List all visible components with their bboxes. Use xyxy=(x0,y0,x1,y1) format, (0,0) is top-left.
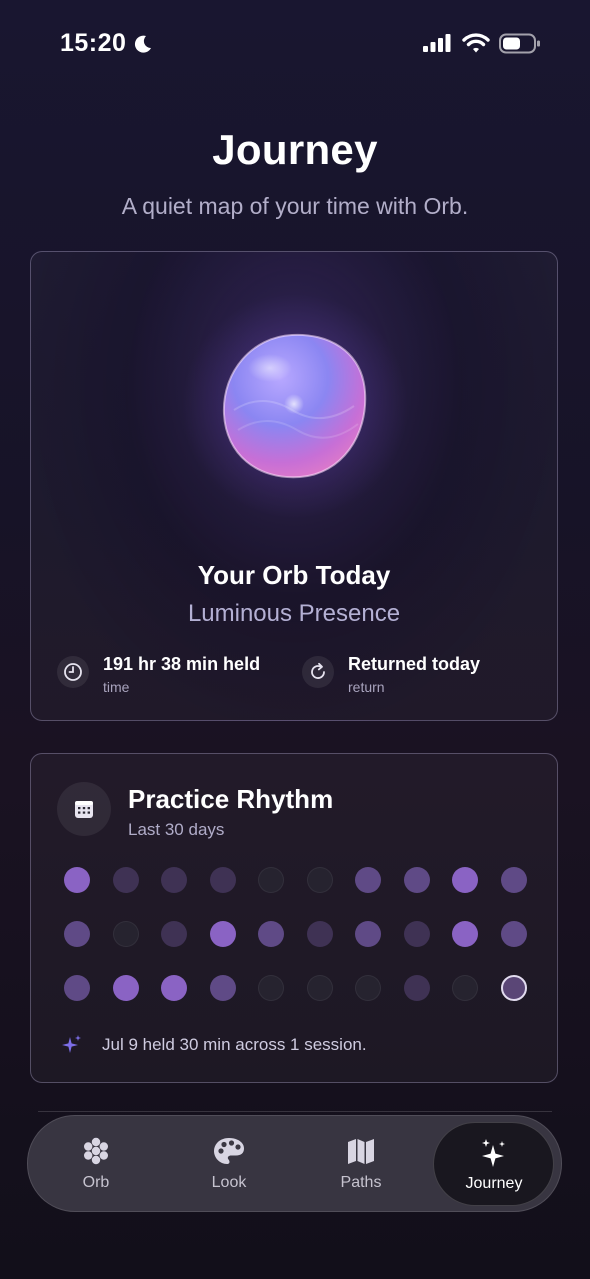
activity-dot[interactable] xyxy=(209,921,236,947)
activity-dot[interactable] xyxy=(306,921,333,947)
activity-dot[interactable] xyxy=(112,921,139,947)
calendar-icon xyxy=(57,782,111,836)
activity-dot[interactable] xyxy=(403,975,430,1001)
activity-dot[interactable] xyxy=(209,867,236,893)
activity-dot[interactable] xyxy=(64,921,90,947)
tab-orb[interactable]: Orb xyxy=(36,1116,156,1210)
tab-bar: Orb Look Paths Journey xyxy=(27,1115,562,1212)
activity-dot-grid xyxy=(64,867,534,1001)
orb-visual xyxy=(222,333,367,479)
activity-dot-today[interactable] xyxy=(500,975,527,1001)
tab-label: Paths xyxy=(340,1174,382,1191)
activity-dot[interactable] xyxy=(112,975,139,1001)
activity-dot[interactable] xyxy=(355,975,381,1001)
activity-dot[interactable] xyxy=(112,867,139,893)
status-time: 15:20 xyxy=(60,29,127,57)
activity-dot[interactable] xyxy=(258,921,284,947)
clock-icon xyxy=(57,656,89,688)
activity-dot[interactable] xyxy=(209,975,236,1001)
tab-paths[interactable]: Paths xyxy=(301,1116,421,1210)
map-icon xyxy=(301,1136,421,1168)
orb-mood: Luminous Presence xyxy=(187,600,401,627)
wifi-icon xyxy=(462,33,490,53)
tab-look[interactable]: Look xyxy=(169,1116,289,1210)
activity-dot[interactable] xyxy=(403,867,430,893)
signal-icon xyxy=(423,34,451,52)
activity-dot[interactable] xyxy=(64,867,90,893)
rhythm-title: Practice Rhythm xyxy=(128,784,334,814)
battery-icon xyxy=(499,33,540,54)
activity-dot[interactable] xyxy=(452,975,478,1001)
activity-dot[interactable] xyxy=(306,867,333,893)
sparkle-icon xyxy=(62,1035,81,1053)
tab-label: Look xyxy=(211,1174,247,1191)
tab-bar-divider xyxy=(38,1111,552,1112)
stat-label: return xyxy=(348,679,385,695)
activity-dot[interactable] xyxy=(355,867,381,893)
activity-dot[interactable] xyxy=(500,867,527,893)
tab-label: Orb xyxy=(82,1174,110,1191)
sparkles-icon xyxy=(434,1137,554,1169)
activity-dot[interactable] xyxy=(452,867,478,893)
activity-dot[interactable] xyxy=(161,867,187,893)
activity-dot[interactable] xyxy=(258,867,284,893)
activity-dot[interactable] xyxy=(452,921,478,947)
stat-value: 191 hr 38 min held xyxy=(103,654,261,674)
tab-journey[interactable]: Journey xyxy=(433,1122,554,1206)
orb-dots-icon xyxy=(36,1136,156,1168)
moon-icon xyxy=(134,35,151,53)
status-bar: 15:20 xyxy=(0,0,590,88)
tab-label: Journey xyxy=(465,1175,523,1192)
rhythm-subtitle: Last 30 days xyxy=(128,820,225,839)
stat-label: time xyxy=(103,679,130,695)
palette-icon xyxy=(169,1136,289,1168)
page-subtitle: A quiet map of your time with Orb. xyxy=(121,193,469,219)
activity-dot[interactable] xyxy=(403,921,430,947)
practice-rhythm-card: Practice Rhythm Last 30 days Jul 9 held … xyxy=(30,753,558,1083)
activity-dot[interactable] xyxy=(161,921,187,947)
orb-today-card: Your Orb Today Luminous Presence 191 hr … xyxy=(30,251,558,721)
activity-dot[interactable] xyxy=(161,975,187,1001)
activity-dot[interactable] xyxy=(306,975,333,1001)
activity-dot[interactable] xyxy=(355,921,381,947)
refresh-icon xyxy=(302,656,334,688)
activity-dot[interactable] xyxy=(500,921,527,947)
orb-title: Your Orb Today xyxy=(197,560,391,590)
activity-dot[interactable] xyxy=(258,975,284,1001)
rhythm-note: Jul 9 held 30 min across 1 session. xyxy=(102,1035,367,1054)
activity-dot[interactable] xyxy=(64,975,90,1001)
stat-value: Returned today xyxy=(348,654,481,674)
page-title: Journey xyxy=(212,126,378,173)
